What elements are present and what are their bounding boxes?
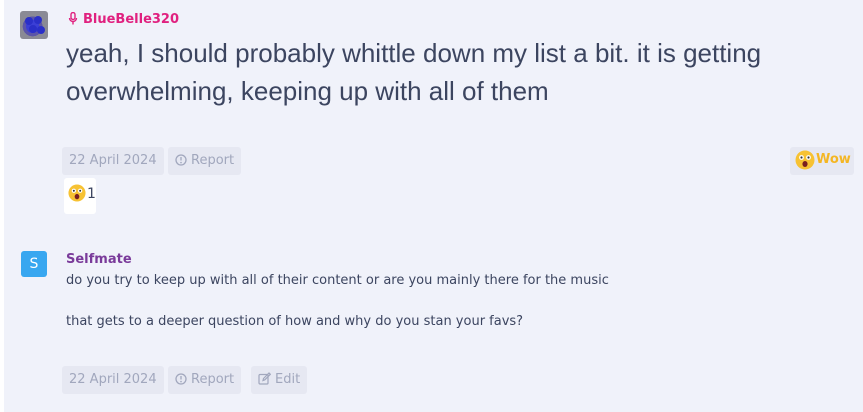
reaction-count-chip[interactable]: 1	[64, 178, 96, 214]
reaction-count: 1	[87, 186, 96, 202]
message-line: that gets to a deeper question of how an…	[66, 314, 524, 329]
message-line: do you try to keep up with all of their …	[66, 273, 609, 288]
post-date[interactable]: 22 April 2024	[62, 147, 164, 175]
message-text: yeah, I should probably whittle down my …	[66, 38, 762, 106]
wow-emoji-icon	[795, 150, 815, 174]
report-label: Report	[191, 153, 235, 168]
report-label: Report	[191, 372, 235, 387]
report-button[interactable]: Report	[168, 147, 242, 175]
wow-label: Wow	[816, 152, 851, 167]
post-date[interactable]: 22 April 2024	[62, 366, 164, 394]
microphone-icon	[68, 11, 78, 29]
report-button[interactable]: Report	[168, 366, 242, 394]
avatar[interactable]: S	[21, 251, 47, 277]
alert-circle-icon	[175, 373, 187, 385]
date-label: 22 April 2024	[69, 153, 157, 168]
edit-icon	[258, 372, 272, 385]
username-bluebelle[interactable]: BlueBelle320	[68, 11, 180, 29]
wow-emoji-icon	[68, 184, 86, 206]
username-label: BlueBelle320	[83, 12, 180, 27]
edit-button[interactable]: Edit	[251, 366, 308, 394]
wow-reaction-button[interactable]: Wow	[790, 147, 854, 175]
date-label: 22 April 2024	[69, 372, 157, 387]
edit-label: Edit	[275, 372, 301, 387]
alert-circle-icon	[175, 154, 187, 166]
avatar[interactable]	[20, 11, 48, 39]
username-selfmate[interactable]: Selfmate	[66, 252, 132, 267]
